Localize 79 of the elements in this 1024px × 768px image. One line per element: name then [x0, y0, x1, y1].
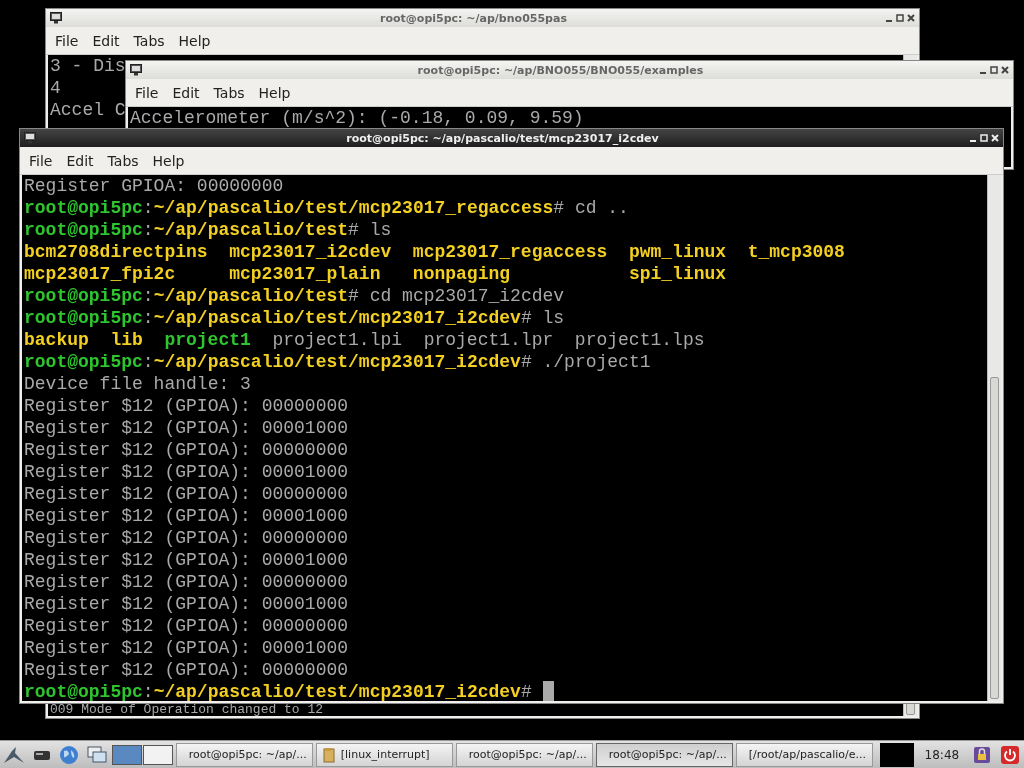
window-title: root@opi5pc: ~/ap/bno055pas: [379, 11, 568, 25]
maximize-icon[interactable]: [896, 14, 904, 22]
close-icon[interactable]: [907, 14, 915, 22]
output-line: Register $12 (GPIOA): 00000000: [24, 571, 349, 593]
desktop-button[interactable]: [111, 744, 142, 765]
output-line: 009 Mode of Operation changed to 12: [50, 703, 324, 716]
taskbar-button[interactable]: root@opi5pc: ~/ap/...: [455, 742, 593, 767]
menu-item[interactable]: Edit: [165, 81, 207, 104]
file-name: project1: [164, 329, 252, 351]
window-title: root@opi5pc: ~/ap/BNO055/BNO055/examples: [416, 63, 705, 77]
output-line: Register $12 (GPIOA): 00000000: [24, 483, 349, 505]
windows-icon[interactable]: [86, 745, 107, 764]
output-line: Register GPIOA: 00000000: [24, 175, 284, 197]
file-name: project1.lpr: [423, 329, 555, 351]
output-line: Accelerometer (m/s^2): (-0.18, 0.09, 9.59): [130, 107, 584, 129]
output-line: Register $12 (GPIOA): 00001000: [24, 417, 349, 439]
globe-icon[interactable]: [59, 744, 80, 765]
menu-item[interactable]: Tabs: [126, 29, 172, 52]
desktop-button[interactable]: [142, 744, 173, 765]
output-line: Register $12 (GPIOA): 00000000: [24, 615, 349, 637]
clock[interactable]: 18:48: [916, 747, 968, 762]
lock-icon[interactable]: [972, 744, 993, 765]
prompt-line: root@opi5pc:~/ap/pascalio/test/mcp23017_i2cdev# ./project1: [24, 351, 651, 373]
prompt-line: root@opi5pc:~/ap/pascalio/test/mcp23017_regaccess# cd ..: [24, 197, 629, 219]
power-icon[interactable]: [999, 744, 1020, 765]
prompt-line: root@opi5pc:~/ap/pascalio/test/mcp23017_i2cdev#: [24, 681, 533, 701]
file-name: project1.lps: [574, 329, 706, 351]
menu-item[interactable]: Help: [145, 149, 192, 172]
output-line: 4: [50, 77, 61, 99]
taskbar-button[interactable]: [linux_interrupt]: [315, 742, 453, 767]
output-line: Register $12 (GPIOA): 00001000: [24, 461, 349, 483]
output-line: Register $12 (GPIOA): 00000000: [24, 395, 349, 417]
tray-area: [879, 742, 914, 767]
file-name: nonpaging: [412, 263, 512, 285]
menu-item[interactable]: File: [48, 29, 86, 52]
taskbar-button[interactable]: root@opi5pc: ~/ap/...: [595, 742, 733, 767]
file-name: bcm2708directpins: [24, 241, 209, 263]
menu-item[interactable]: Tabs: [100, 149, 146, 172]
menu-item[interactable]: File: [128, 81, 166, 104]
output-line: Register $12 (GPIOA): 00000000: [24, 527, 349, 549]
output-line: Accel C: [50, 99, 126, 121]
taskbar-button[interactable]: root@opi5pc: ~/ap/...: [175, 742, 313, 767]
file-name: pwm_linux: [628, 241, 728, 263]
maximize-icon[interactable]: [990, 66, 998, 74]
file-name: mcp23017_regaccess: [412, 241, 609, 263]
menu-item[interactable]: Help: [171, 29, 218, 52]
scrollbar[interactable]: [987, 175, 1001, 701]
output-line: 3 - Dis: [50, 55, 126, 77]
prompt-line: root@opi5pc:~/ap/pascalio/test/mcp23017_i2cdev# ls: [24, 307, 565, 329]
file-name: mcp23017_fpi2c: [24, 263, 177, 285]
file-name: spi_linux: [628, 263, 728, 285]
menu-item[interactable]: Edit: [85, 29, 127, 52]
menu-item[interactable]: File: [22, 149, 60, 172]
output-line: Register $12 (GPIOA): 00001000: [24, 505, 349, 527]
prompt-line: root@opi5pc:~/ap/pascalio/test# ls: [24, 219, 392, 241]
output-line: Register $12 (GPIOA): 00001000: [24, 637, 349, 659]
terminal-icon: [24, 132, 36, 144]
output-line: Device file handle: 3: [24, 373, 251, 395]
terminal-icon: [130, 64, 142, 76]
menu-item[interactable]: Edit: [59, 149, 101, 172]
output-line: Register $12 (GPIOA): 00000000: [24, 439, 349, 461]
file-name: project1.lpi: [272, 329, 404, 351]
file-name: mcp23017_plain: [229, 263, 382, 285]
file-name: backup: [24, 329, 90, 351]
window-title: root@opi5pc: ~/ap/pascalio/test/mcp23017_i2cdev: [345, 131, 660, 145]
menu-item[interactable]: Tabs: [206, 81, 252, 104]
file-name: mcp23017_i2cdev: [229, 241, 393, 263]
scroll-thumb[interactable]: [990, 377, 999, 699]
close-icon[interactable]: [1001, 66, 1009, 74]
menu-item[interactable]: Help: [251, 81, 298, 104]
file-name: t_mcp3008: [747, 241, 846, 263]
terminal-icon: [50, 12, 62, 24]
file-name: lib: [110, 329, 144, 351]
output-line: Register $12 (GPIOA): 00001000: [24, 549, 349, 571]
taskbar-button[interactable]: [/root/ap/pascalio/e...: [735, 742, 873, 767]
prompt-line: root@opi5pc:~/ap/pascalio/test# cd mcp23017_i2cdev: [24, 285, 565, 307]
output-line: Register $12 (GPIOA): 00001000: [24, 593, 349, 615]
output-line: Register $12 (GPIOA): 00000000: [24, 659, 349, 681]
folder-icon: [322, 746, 335, 763]
